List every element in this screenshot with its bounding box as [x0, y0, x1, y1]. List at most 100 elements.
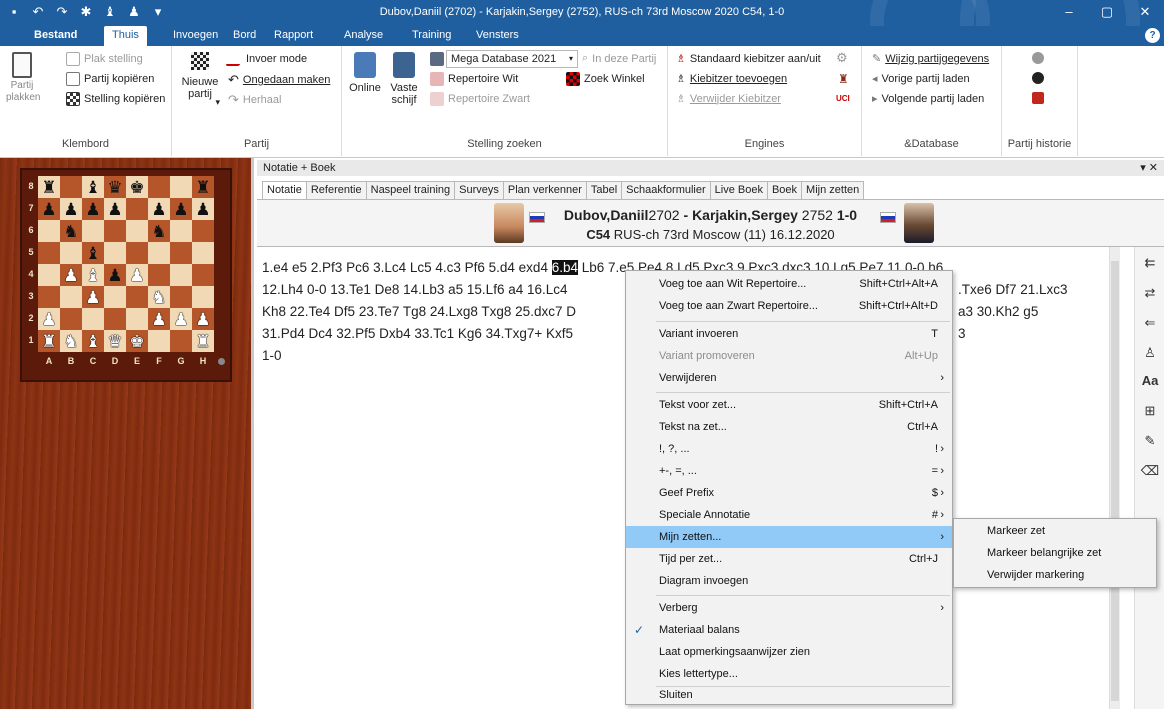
tab-surveys[interactable]: Surveys — [454, 181, 504, 199]
menu-item-material-balance[interactable]: ✓ Materiaal balans — [626, 619, 952, 641]
black-bishop-icon[interactable]: ♝ — [85, 245, 100, 262]
white-pawn-icon[interactable]: ♟ — [129, 267, 144, 284]
white-pawn-icon[interactable]: ♟ — [173, 311, 188, 328]
board-square[interactable] — [104, 286, 126, 308]
board-square[interactable]: ♝ — [82, 330, 104, 352]
settings-icon[interactable]: ⚙ — [836, 50, 848, 66]
edit-game-data-button[interactable]: ✎ Wijzig partijgegevens — [872, 52, 989, 66]
board-square[interactable] — [82, 308, 104, 330]
menu-item-prefix[interactable]: Geef Prefix $ › — [626, 482, 952, 504]
history-list-icon[interactable] — [1032, 92, 1044, 104]
board-square[interactable] — [126, 198, 148, 220]
tab-schaakformulier[interactable]: Schaakformulier — [621, 181, 711, 199]
board-square[interactable]: ♟ — [192, 198, 214, 220]
next-game-button[interactable]: ▸ Volgende partij laden — [872, 92, 984, 106]
board-square[interactable] — [148, 330, 170, 352]
menu-item-move-annotation[interactable]: !, ?, ...! › — [626, 438, 952, 460]
tree-icon[interactable]: ⊞ — [1140, 401, 1160, 421]
history-back-icon[interactable] — [1032, 52, 1044, 64]
board-square[interactable] — [192, 264, 214, 286]
board-square[interactable] — [170, 242, 192, 264]
board-square[interactable]: ♟ — [60, 198, 82, 220]
menu-item-close[interactable]: Sluiten — [626, 685, 952, 705]
board-square[interactable] — [170, 286, 192, 308]
close-button[interactable]: ✕ — [1126, 0, 1164, 26]
black-pawn-icon[interactable]: ♟ — [151, 201, 166, 218]
tab-bord[interactable]: Bord — [225, 26, 264, 46]
previous-game-button[interactable]: ◂ Vorige partij laden — [872, 72, 970, 86]
board-square[interactable]: ♟ — [170, 308, 192, 330]
white-knight-icon[interactable]: ♞ — [151, 289, 166, 306]
board-square[interactable]: ♟ — [148, 308, 170, 330]
board-square[interactable]: ♟ — [104, 264, 126, 286]
board-square[interactable]: ♟ — [192, 308, 214, 330]
black-knight-icon[interactable]: ♞ — [63, 223, 78, 240]
tab-thuis[interactable]: Thuis — [104, 26, 147, 46]
uci-icon[interactable]: UCI — [836, 94, 850, 103]
black-knight-icon[interactable]: ♞ — [151, 223, 166, 240]
tab-tabel[interactable]: Tabel — [585, 181, 623, 199]
history-forward-icon[interactable] — [1032, 72, 1044, 84]
menu-item-text-after-move[interactable]: Tekst na zet... Ctrl+A — [626, 416, 952, 438]
menu-item-enter-variation[interactable]: Variant invoeren T — [626, 323, 952, 345]
board-square[interactable]: ♟ — [60, 264, 82, 286]
white-pawn-icon[interactable]: ♟ — [63, 267, 78, 284]
board-square[interactable] — [60, 176, 82, 198]
board-square[interactable] — [148, 176, 170, 198]
tab-vensters[interactable]: Vensters — [468, 26, 527, 46]
board-square[interactable]: ♚ — [126, 330, 148, 352]
board-square[interactable]: ♞ — [148, 220, 170, 242]
board-square[interactable] — [192, 220, 214, 242]
board-square[interactable] — [38, 286, 60, 308]
tab-invoegen[interactable]: Invoegen — [165, 26, 226, 46]
board-square[interactable] — [170, 176, 192, 198]
black-queen-icon[interactable]: ♛ — [107, 179, 122, 196]
search-shop-button[interactable]: Zoek Winkel — [566, 72, 645, 86]
board-square[interactable] — [126, 308, 148, 330]
black-pawn-icon[interactable]: ♟ — [195, 201, 210, 218]
help-icon[interactable]: ? — [1145, 28, 1160, 43]
black-rook-icon[interactable]: ♜ — [195, 179, 210, 196]
panel-close-icon[interactable]: ✕ — [1149, 162, 1158, 174]
board-square[interactable] — [38, 242, 60, 264]
board-square[interactable]: ♛ — [104, 330, 126, 352]
board-square[interactable]: ♟ — [82, 286, 104, 308]
board-square[interactable] — [104, 308, 126, 330]
menu-item-add-white-repertoire[interactable]: Voeg toe aan Wit Repertoire... Shift+Ctrl… — [626, 273, 952, 295]
board-square[interactable] — [60, 286, 82, 308]
panel-pin-icon[interactable]: ▾ — [1140, 162, 1146, 174]
board-square[interactable]: ♜ — [192, 176, 214, 198]
black-pawn-icon[interactable]: ♟ — [107, 267, 122, 284]
tab-naspeel-training[interactable]: Naspeel training — [365, 181, 456, 199]
redo-button[interactable]: ↷ Herhaal — [228, 92, 281, 108]
board-square[interactable]: ♟ — [126, 264, 148, 286]
board-square[interactable] — [192, 242, 214, 264]
black-pawn-icon[interactable]: ♟ — [107, 201, 122, 218]
copy-position-button[interactable]: Stelling kopiëren — [66, 92, 165, 106]
board-square[interactable] — [82, 220, 104, 242]
maximize-button[interactable]: ▢ — [1088, 0, 1126, 26]
go-back-icon[interactable]: ⇐ — [1140, 313, 1160, 333]
selected-move[interactable]: 6.b4 — [551, 260, 578, 275]
board-square[interactable]: ♝ — [82, 176, 104, 198]
white-queen-icon[interactable]: ♛ — [107, 333, 122, 350]
white-knight-icon[interactable]: ♞ — [63, 333, 78, 350]
black-pawn-icon[interactable]: ♟ — [173, 201, 188, 218]
board-square[interactable] — [104, 242, 126, 264]
piece-icon[interactable]: ♙ — [1140, 343, 1160, 363]
board-square[interactable]: ♞ — [148, 286, 170, 308]
board-square[interactable] — [60, 242, 82, 264]
board-square[interactable]: ♞ — [60, 330, 82, 352]
board-square[interactable] — [170, 264, 192, 286]
font-icon[interactable]: Aa — [1140, 371, 1160, 391]
board-square[interactable]: ♚ — [126, 176, 148, 198]
black-pawn-icon[interactable]: ♟ — [63, 201, 78, 218]
board-square[interactable] — [38, 264, 60, 286]
board-square[interactable] — [104, 220, 126, 242]
repertoire-white-button[interactable]: Repertoire Wit — [430, 72, 518, 86]
board-square[interactable]: ♝ — [82, 242, 104, 264]
tab-referentie[interactable]: Referentie — [305, 181, 367, 199]
paste-game-button[interactable]: Partij plakken — [6, 52, 40, 104]
menu-item-hide[interactable]: Verberg › — [626, 597, 952, 619]
black-rook-icon[interactable]: ♜ — [41, 179, 56, 196]
